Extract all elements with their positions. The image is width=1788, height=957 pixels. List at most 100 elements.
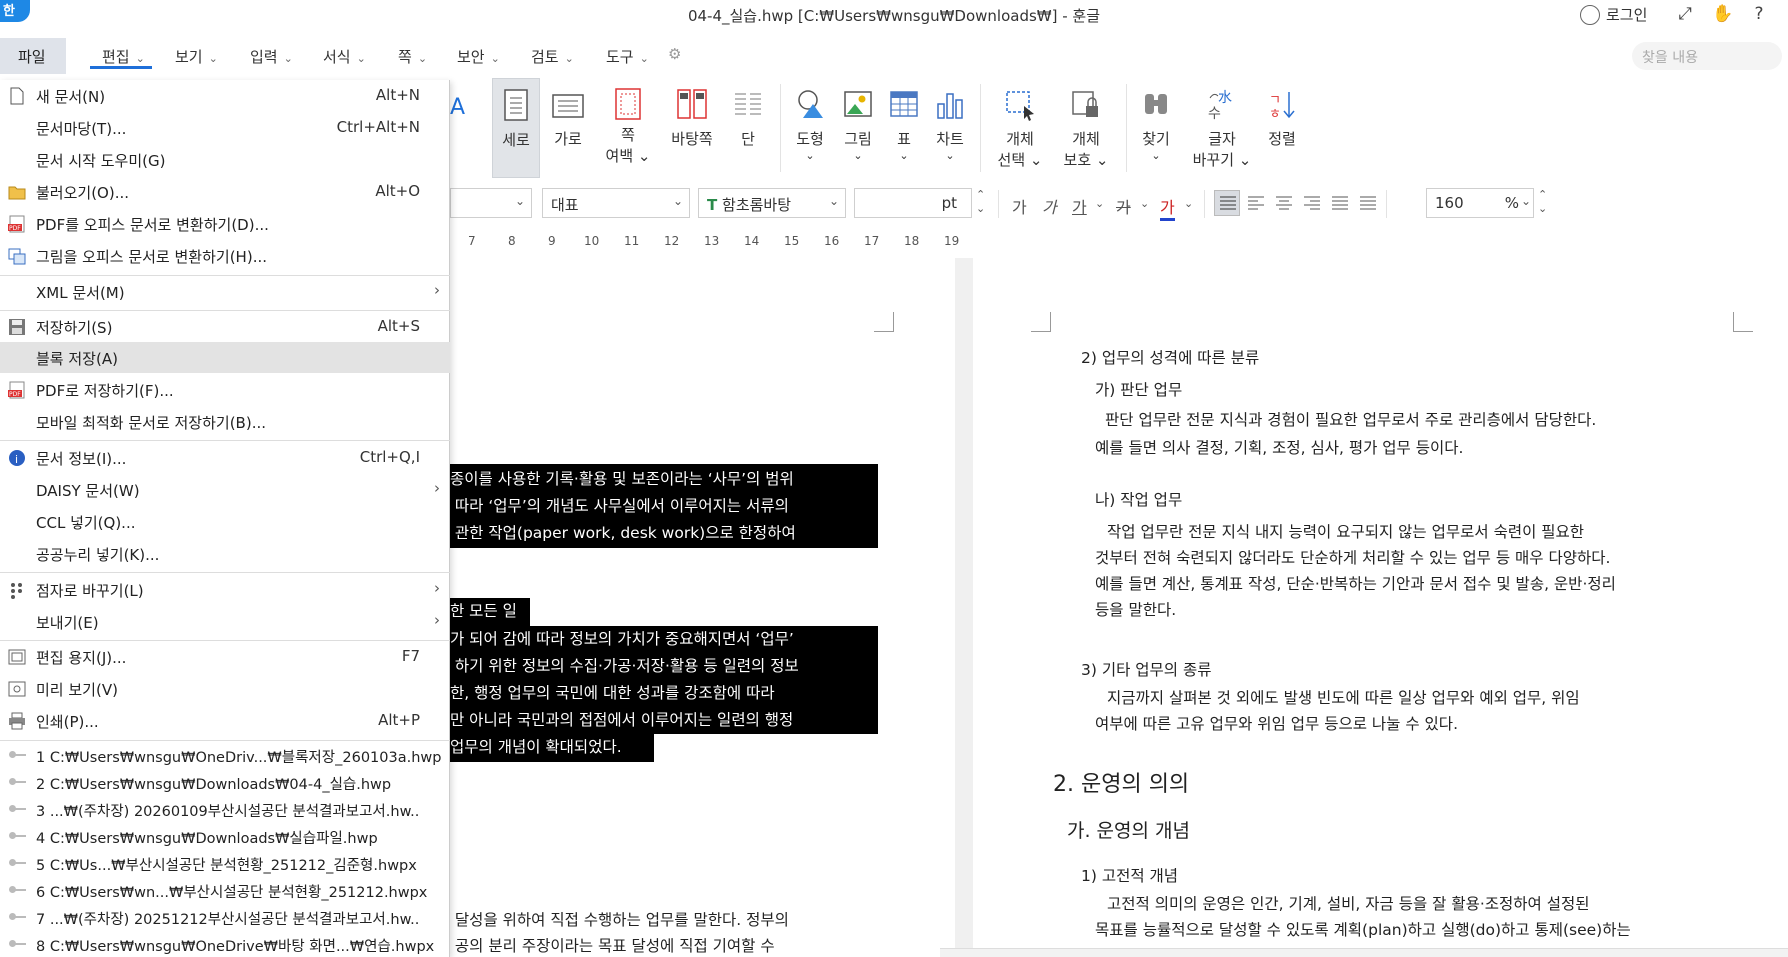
char-replace-icon: 水수	[1208, 90, 1232, 122]
pin-icon	[9, 805, 26, 812]
menu-item-braille[interactable]: 점자로 바꾸기(L) ›	[0, 574, 450, 605]
document-page-right[interactable]: 2) 업무의 성격에 따른 분류 가) 판단 업무 판단 업무란 전문 지식과 …	[973, 258, 1788, 957]
menu-item-save-pdf[interactable]: PDF PDF로 저장하기(F)...	[0, 374, 450, 405]
object-select-button[interactable]: 개체 선택 ⌄	[990, 78, 1050, 178]
recent-file-item[interactable]: 1 C:₩Users₩wnsgu₩OneDriv...₩블록저장_260103a…	[0, 742, 450, 768]
fullscreen-icon[interactable]: ⤢	[1674, 4, 1696, 26]
preview-icon	[8, 681, 26, 697]
font-select[interactable]: T 함초롬바탕 ⌄	[698, 188, 846, 218]
table-icon	[890, 91, 918, 117]
underline-button[interactable]: 가	[1072, 194, 1087, 218]
font-color-button[interactable]: 가	[1160, 194, 1175, 221]
page-margin-icon	[615, 88, 641, 120]
page-margin-button[interactable]: 쪽 여백 ⌄	[598, 78, 658, 178]
new-doc-icon	[10, 87, 24, 105]
menu-item-start-wizard[interactable]: 문서 시작 도우미(G)	[0, 144, 450, 175]
italic-button[interactable]: 가	[1042, 194, 1057, 218]
menu-item-block-save[interactable]: 블록 저장(A)	[0, 342, 450, 373]
align-left-icon[interactable]	[1248, 196, 1264, 210]
menu-item-page-setup[interactable]: 편집 용지(J)... F7	[0, 641, 450, 672]
picture-button[interactable]: 그림 ⌄	[836, 78, 880, 178]
font-size-stepper[interactable]: ⌃ ⌄	[976, 188, 985, 216]
menu-page[interactable]: 쪽 ⌄	[398, 46, 427, 67]
style-combo-left[interactable]: ⌄	[450, 188, 532, 218]
portrait-icon	[504, 89, 528, 121]
recent-file-item[interactable]: 6 C:₩Users₩wn...₩부산시설공단 분석현황_251212.hwpx	[0, 877, 450, 903]
chart-button[interactable]: 차트 ⌄	[928, 78, 972, 178]
menu-item-ccl[interactable]: CCL 넣기(Q)...	[0, 506, 450, 537]
zoom-stepper[interactable]: ⌃ ⌄	[1538, 188, 1547, 216]
recent-file-item[interactable]: 8 C:₩Users₩wnsgu₩OneDrive₩바탕 화면...₩연습.hw…	[0, 931, 450, 957]
menu-review[interactable]: 검토 ⌄	[531, 46, 574, 67]
menu-item-doc-info[interactable]: i 문서 정보(I)... Ctrl+Q,I	[0, 442, 450, 473]
user-icon[interactable]	[1580, 5, 1600, 25]
menu-tools[interactable]: 도구 ⌄	[606, 46, 649, 67]
menu-item-templates[interactable]: 문서마당(T)... Ctrl+Alt+N	[0, 112, 450, 143]
menu-security[interactable]: 보안 ⌄	[457, 46, 500, 67]
menu-item-image-to-office[interactable]: 그림을 오피스 문서로 변환하기(H)...	[0, 240, 450, 271]
body-text: 판단 업무란 전문 지식과 경험이 필요한 업무로서 주로 관리층에서 담당한다…	[1105, 411, 1597, 429]
file-menu: 새 문서(N) Alt+N 문서마당(T)... Ctrl+Alt+N 문서 시작 …	[0, 80, 450, 957]
char-replace-button[interactable]: 水수 글자 바꾸기 ⌄	[1190, 78, 1254, 178]
portrait-button[interactable]: 세로	[492, 78, 540, 178]
selected-text-line[interactable]: 업무의 개념이 확대되었다.	[450, 734, 654, 762]
object-protect-button[interactable]: 개체 보호 ⌄	[1056, 78, 1116, 178]
menu-item-print[interactable]: 인쇄(P)... Alt+P	[0, 705, 450, 736]
menu-item-pdf-to-office[interactable]: PDF PDF를 오피스 문서로 변환하기(D)...	[0, 208, 450, 239]
menu-item-preview[interactable]: 미리 보기(V)	[0, 673, 450, 704]
pin-icon	[9, 778, 26, 785]
shape-button[interactable]: 도형 ⌄	[788, 78, 832, 178]
recent-file-item[interactable]: 5 C:₩Us...₩부산시설공단 분석현황_251212_김준형.hwpx	[0, 850, 450, 876]
sort-button[interactable]: ㄱㅎ 정렬	[1260, 78, 1304, 178]
recent-file-item[interactable]: 4 C:₩Users₩wnsgu₩Downloads₩실습파일.hwp	[0, 823, 450, 849]
page-setup-icon	[8, 649, 26, 665]
hand-icon[interactable]: ✋	[1712, 4, 1734, 26]
selected-text-block[interactable]: 가 되어 감에 따라 정보의 가치가 중요해지면서 ‘업무’ 하기 위한 정보의…	[450, 626, 878, 734]
menu-item-mobile-save[interactable]: 모바일 최적화 문서로 저장하기(B)...	[0, 406, 450, 437]
pin-icon	[9, 913, 26, 920]
horizontal-scrollbar[interactable]	[940, 948, 1788, 957]
selected-text-block[interactable]: 종이를 사용한 기록·활용 및 보존이라는 ‘사무’의 범위 따라 ‘업무’의 …	[450, 464, 878, 548]
menu-item-daisy[interactable]: DAISY 문서(W) ›	[0, 474, 450, 505]
align-center-icon[interactable]	[1276, 196, 1292, 210]
columns-button[interactable]: 단	[728, 78, 768, 178]
landscape-button[interactable]: 가로	[544, 78, 592, 178]
ribbon-divider	[980, 84, 981, 172]
recent-file-item[interactable]: 2 C:₩Users₩wnsgu₩Downloads₩04-4_실습.hwp	[0, 769, 450, 795]
distribute-icon[interactable]	[1332, 196, 1348, 210]
zoom-input[interactable]: 160% ⌄	[1426, 188, 1534, 218]
ribbon-partial-button[interactable]: A	[450, 78, 472, 178]
bold-button[interactable]: 가	[1012, 194, 1027, 218]
strikethrough-button[interactable]: 가	[1116, 194, 1131, 218]
align-right-icon[interactable]	[1304, 196, 1320, 210]
document-page-left[interactable]: 종이를 사용한 기록·활용 및 보존이라는 ‘사무’의 범위 따라 ‘업무’의 …	[450, 258, 955, 957]
recent-file-item[interactable]: 7 ...₩(주차장) 20251212부산시설공단 분석결과보고서.hw..	[0, 904, 450, 930]
table-button[interactable]: 표 ⌄	[884, 78, 924, 178]
menu-item-kogl[interactable]: 공공누리 넣기(K)...	[0, 538, 450, 569]
help-icon[interactable]: ?	[1748, 4, 1770, 26]
find-button[interactable]: 찾기 ⌄	[1134, 78, 1178, 178]
svg-text:水: 水	[1218, 90, 1232, 106]
settings-group-icon[interactable]: ⚙	[668, 45, 681, 63]
style-select[interactable]: 대표 ⌄	[542, 188, 690, 218]
menu-item-new-document[interactable]: 새 문서(N) Alt+N	[0, 80, 450, 111]
master-page-button[interactable]: 바탕쪽	[662, 78, 722, 178]
selected-text-line[interactable]: 한 모든 일	[450, 598, 530, 626]
menu-item-send[interactable]: 보내기(E) ›	[0, 606, 450, 637]
search-input[interactable]: 찾을 내용	[1632, 42, 1782, 70]
font-size-input[interactable]: pt	[854, 188, 972, 218]
split-distribute-icon[interactable]	[1360, 196, 1376, 210]
menu-view[interactable]: 보기 ⌄	[175, 46, 218, 67]
menu-item-save[interactable]: 저장하기(S) Alt+S	[0, 311, 450, 342]
login-button[interactable]: 로그인	[1606, 4, 1647, 25]
ruler: 7 8 9 10 11 12 13 14 15 16 17 18 19	[468, 234, 960, 248]
menu-file[interactable]: 파일	[0, 38, 66, 74]
menu-insert[interactable]: 입력 ⌄	[250, 46, 293, 67]
menu-item-xml[interactable]: XML 문서(M) ›	[0, 276, 450, 307]
object-select-icon	[1006, 91, 1034, 121]
menu-format[interactable]: 서식 ⌄	[323, 46, 366, 67]
recent-file-item[interactable]: 3 ...₩(주차장) 20260109부산시설공단 분석결과보고서.hw..	[0, 796, 450, 822]
menu-edit[interactable]: 편집 ⌄	[102, 46, 145, 67]
menu-item-open[interactable]: 불러오기(O)... Alt+O	[0, 176, 450, 207]
shape-icon	[798, 90, 823, 118]
